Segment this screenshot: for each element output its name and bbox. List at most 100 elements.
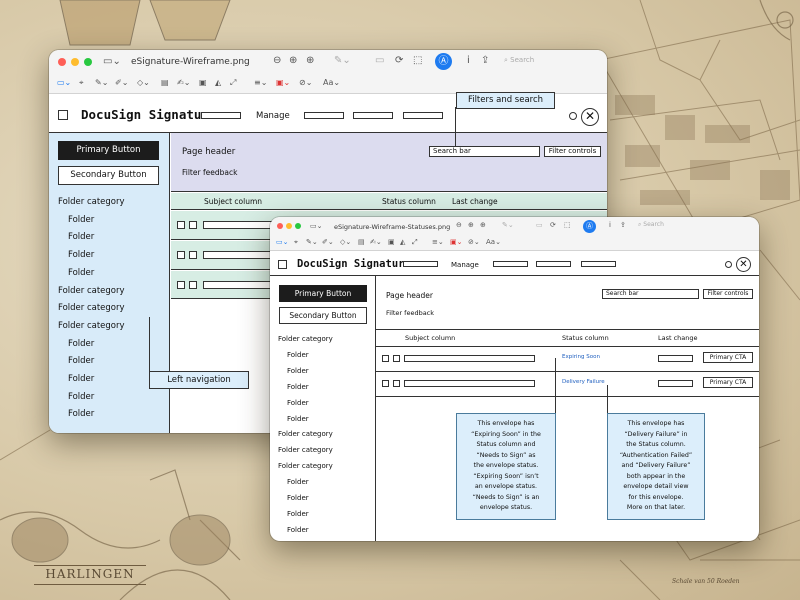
close-icon[interactable]: ✕ bbox=[736, 257, 751, 272]
help-icon[interactable] bbox=[725, 261, 732, 268]
primary-button[interactable]: Primary Button bbox=[58, 141, 159, 160]
zoom-fit-icon[interactable]: ⊕ bbox=[480, 222, 486, 229]
nav-folder[interactable]: Folder bbox=[287, 415, 309, 423]
lasso-icon[interactable]: ⌖ bbox=[79, 79, 84, 87]
table-row[interactable]: Delivery Failure Primary CTA bbox=[376, 372, 759, 396]
nav-folder[interactable]: Folder bbox=[287, 383, 309, 391]
row-checkbox[interactable] bbox=[177, 251, 185, 259]
search-field[interactable]: ⌕ Search bbox=[504, 56, 599, 69]
markup-icon[interactable]: Ⓐ bbox=[435, 53, 452, 70]
table-row[interactable]: Expiring Soon Primary CTA bbox=[376, 347, 759, 371]
filter-controls[interactable]: Filter controls bbox=[544, 146, 601, 157]
nav-folder-category[interactable]: Folder category bbox=[58, 197, 125, 207]
rotate-icon[interactable]: ⟳ bbox=[395, 56, 403, 66]
shapes-icon[interactable]: ◇⌄ bbox=[340, 239, 351, 246]
note-icon[interactable]: ▣ bbox=[199, 79, 207, 87]
share-icon[interactable]: ⇪ bbox=[481, 56, 489, 66]
rotate-icon[interactable]: ⟳ bbox=[550, 222, 556, 229]
nav-folder[interactable]: Folder bbox=[68, 268, 94, 278]
info-icon[interactable]: i bbox=[467, 56, 470, 66]
nav-folder[interactable]: Folder bbox=[68, 409, 94, 419]
nav-folder-category[interactable]: Folder category bbox=[58, 321, 125, 331]
draw-icon[interactable]: ✐⌄ bbox=[322, 239, 334, 246]
primary-cta-button[interactable]: Primary CTA bbox=[703, 377, 753, 388]
nav-folder-category[interactable]: Folder category bbox=[278, 335, 333, 343]
nav-folder-category[interactable]: Folder category bbox=[278, 462, 333, 470]
sketch-icon[interactable]: ✎⌄ bbox=[95, 79, 108, 87]
sketch-icon[interactable]: ✎⌄ bbox=[306, 239, 318, 246]
adjust-color-icon[interactable]: ◭ bbox=[215, 79, 221, 87]
select-tool-icon[interactable]: ▭⌄ bbox=[57, 79, 71, 87]
row-star[interactable] bbox=[189, 251, 197, 259]
row-star[interactable] bbox=[393, 380, 400, 387]
sign-icon[interactable]: ✍⌄ bbox=[370, 239, 382, 246]
text-style-icon[interactable]: Aa⌄ bbox=[486, 239, 501, 246]
shapes-icon[interactable]: ◇⌄ bbox=[137, 79, 150, 87]
filter-controls[interactable]: Filter controls bbox=[703, 289, 753, 299]
row-star[interactable] bbox=[393, 355, 400, 362]
zoom-out-icon[interactable]: ⊖ bbox=[273, 56, 281, 66]
sidebar-icon[interactable]: ▭⌄ bbox=[103, 57, 121, 67]
share-icon[interactable]: ⇪ bbox=[620, 222, 626, 229]
nav-folder[interactable]: Folder bbox=[68, 356, 94, 366]
line-style-icon[interactable]: ≡⌄ bbox=[432, 239, 444, 246]
nav-folder[interactable]: Folder bbox=[287, 399, 309, 407]
border-color-icon[interactable]: ▣⌄ bbox=[276, 79, 290, 87]
nav-folder[interactable]: Folder bbox=[68, 232, 94, 242]
close-window-icon[interactable] bbox=[58, 58, 66, 66]
zoom-in-icon[interactable]: ⊕ bbox=[468, 222, 474, 229]
resize-icon[interactable]: ⤢ bbox=[412, 239, 418, 246]
row-checkbox[interactable] bbox=[177, 221, 185, 229]
nav-folder-category[interactable]: Folder category bbox=[278, 430, 333, 438]
row-star[interactable] bbox=[189, 281, 197, 289]
nav-folder[interactable]: Folder bbox=[287, 494, 309, 502]
zoom-fit-icon[interactable]: ⊕ bbox=[306, 56, 314, 66]
nav-folder[interactable]: Folder bbox=[68, 215, 94, 225]
info-icon[interactable]: i bbox=[609, 222, 611, 229]
close-window-icon[interactable] bbox=[277, 223, 283, 229]
nav-folder-category[interactable]: Folder category bbox=[58, 303, 125, 313]
minimize-window-icon[interactable] bbox=[286, 223, 292, 229]
nav-folder[interactable]: Folder bbox=[68, 374, 94, 384]
row-checkbox[interactable] bbox=[382, 355, 389, 362]
resize-icon[interactable]: ⤢ bbox=[230, 79, 236, 87]
note-icon[interactable]: ▣ bbox=[388, 239, 395, 246]
border-color-icon[interactable]: ▣⌄ bbox=[450, 239, 462, 246]
row-star[interactable] bbox=[189, 221, 197, 229]
search-bar[interactable]: Search bar bbox=[429, 146, 540, 157]
text-icon[interactable]: ▤ bbox=[358, 239, 365, 246]
close-icon[interactable]: ✕ bbox=[581, 108, 599, 126]
text-box-icon[interactable]: ▭ bbox=[536, 222, 543, 229]
nav-folder[interactable]: Folder bbox=[287, 478, 309, 486]
text-box-icon[interactable]: ▭ bbox=[375, 56, 384, 66]
crop-icon[interactable]: ⬚ bbox=[564, 222, 571, 229]
nav-folder[interactable]: Folder bbox=[287, 367, 309, 375]
nav-folder[interactable]: Folder bbox=[287, 510, 309, 518]
nav-folder[interactable]: Folder bbox=[68, 250, 94, 260]
minimize-window-icon[interactable] bbox=[71, 58, 79, 66]
nav-folder[interactable]: Folder bbox=[287, 526, 309, 534]
markup-icon[interactable]: Ⓐ bbox=[583, 220, 596, 233]
secondary-button[interactable]: Secondary Button bbox=[58, 166, 159, 185]
adjust-color-icon[interactable]: ◭ bbox=[400, 239, 405, 246]
nav-folder[interactable]: Folder bbox=[287, 351, 309, 359]
fill-color-icon[interactable]: ⊘⌄ bbox=[468, 239, 480, 246]
primary-button[interactable]: Primary Button bbox=[279, 285, 367, 302]
zoom-out-icon[interactable]: ⊖ bbox=[456, 222, 462, 229]
manage-link[interactable]: Manage bbox=[256, 111, 290, 121]
text-style-icon[interactable]: Aa⌄ bbox=[323, 79, 340, 87]
zoom-in-icon[interactable]: ⊕ bbox=[289, 56, 297, 66]
search-bar[interactable]: Search bar bbox=[602, 289, 699, 299]
pen-icon[interactable]: ✎⌄ bbox=[502, 222, 514, 229]
text-icon[interactable]: ▤ bbox=[161, 79, 169, 87]
sidebar-icon[interactable]: ▭⌄ bbox=[310, 223, 322, 230]
draw-icon[interactable]: ✐⌄ bbox=[115, 79, 128, 87]
row-checkbox[interactable] bbox=[382, 380, 389, 387]
select-tool-icon[interactable]: ▭⌄ bbox=[276, 239, 288, 246]
manage-link[interactable]: Manage bbox=[451, 261, 479, 269]
row-checkbox[interactable] bbox=[177, 281, 185, 289]
status-link-expiring-soon[interactable]: Expiring Soon bbox=[562, 354, 600, 360]
zoom-window-icon[interactable] bbox=[84, 58, 92, 66]
fill-color-icon[interactable]: ⊘⌄ bbox=[299, 79, 312, 87]
primary-cta-button[interactable]: Primary CTA bbox=[703, 352, 753, 363]
